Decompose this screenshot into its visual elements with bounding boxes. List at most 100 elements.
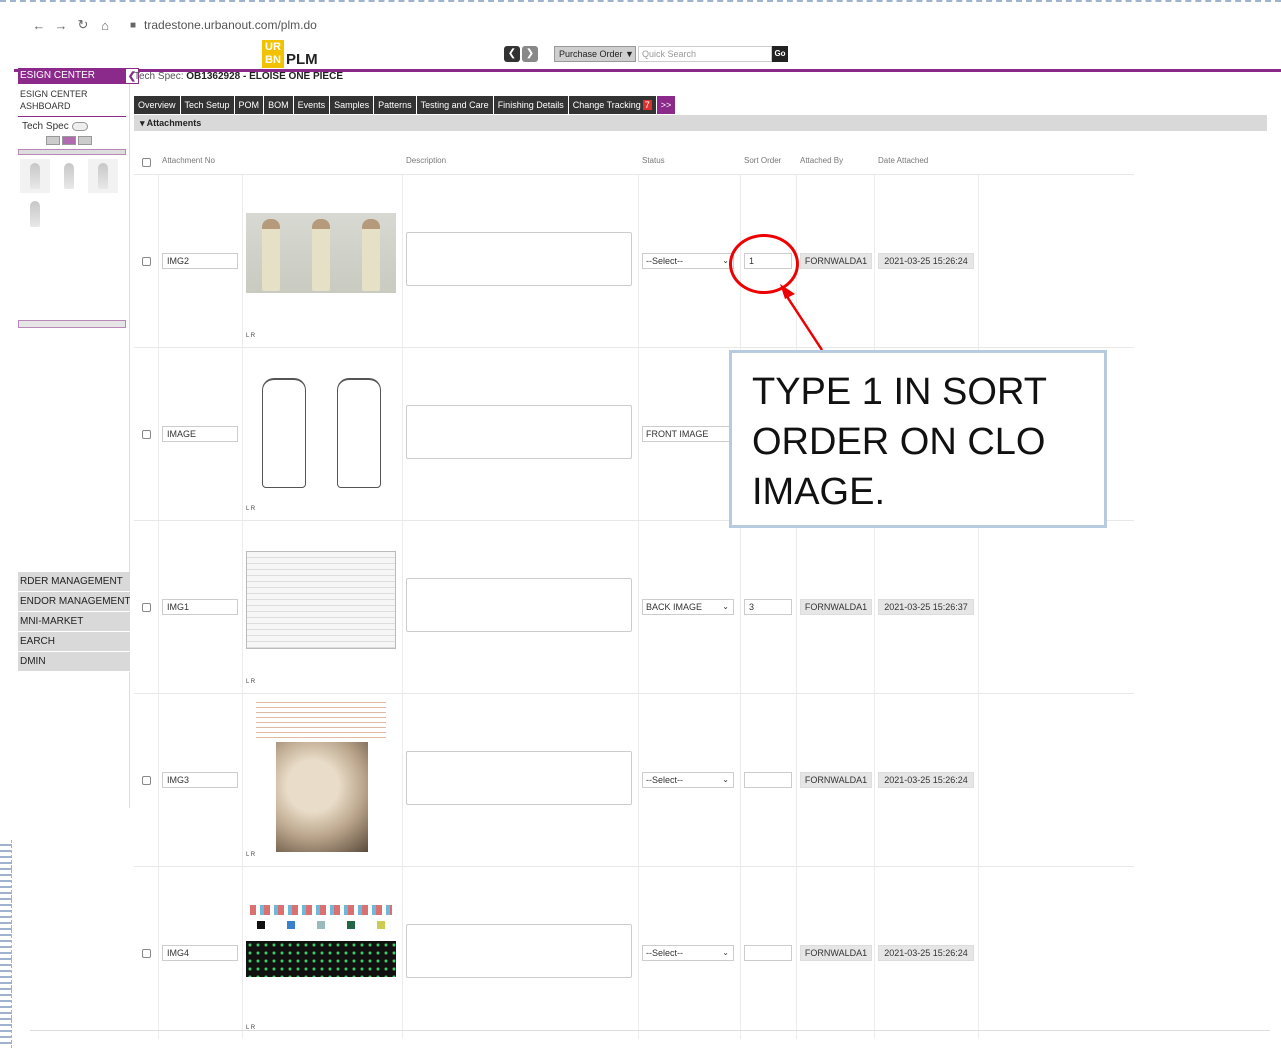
document-text <box>256 702 386 738</box>
date-attached-value: 2021-03-25 15:26:37 <box>878 599 974 615</box>
tab-overview[interactable]: Overview <box>134 96 180 114</box>
tab-samples[interactable]: Samples <box>330 96 374 114</box>
list-toggle-icon[interactable] <box>71 122 88 131</box>
col-sort-order: Sort Order <box>744 156 782 165</box>
next-record-button[interactable]: ❯ <box>522 46 538 62</box>
attachment-no-field[interactable]: IMAGE <box>162 426 238 442</box>
tab-change-tracking[interactable]: Change Tracking 7 <box>568 96 656 114</box>
attachment-image[interactable] <box>246 372 396 488</box>
status-select[interactable]: --Select-- ⌄ <box>642 253 734 269</box>
col-attachment-no: Attachment No <box>162 156 215 165</box>
col-status: Status <box>642 156 665 165</box>
tab-bom[interactable]: BOM <box>264 96 293 114</box>
thumbnail[interactable] <box>88 159 118 193</box>
go-button[interactable]: Go <box>772 46 788 62</box>
page-title: Tech Spec: OB1362928 - ELOISE ONE PIECE <box>134 68 1267 86</box>
thumbnail[interactable] <box>20 159 50 193</box>
detail-view-icon[interactable] <box>78 136 92 145</box>
description-textarea[interactable] <box>406 405 632 459</box>
row-checkbox[interactable] <box>142 776 151 785</box>
menu-order-management[interactable]: RDER MANAGEMENT <box>18 572 130 592</box>
tech-spec-label: Tech Spec <box>22 121 69 132</box>
page-bottom-divider <box>30 1030 1270 1031</box>
back-icon[interactable]: ← <box>28 18 50 33</box>
chevron-down-icon: ⌄ <box>722 256 729 265</box>
tab-tech-setup[interactable]: Tech Setup <box>180 96 234 114</box>
tech-spec-title-label: Tech Spec: <box>134 71 184 82</box>
address-bar[interactable]: ■ tradestone.urbanout.com/plm.do <box>130 18 317 32</box>
lr-label: L R <box>246 333 256 339</box>
menu-search[interactable]: EARCH <box>18 632 130 652</box>
attachment-no-field[interactable]: IMG4 <box>162 945 238 961</box>
row-checkbox[interactable] <box>142 430 151 439</box>
design-center-dashboard-link[interactable]: ESIGN CENTER ASHBOARD <box>18 84 126 117</box>
slide-border-left <box>0 840 12 1048</box>
table-row: IMG4 L R --Select-- ⌄ FORNWALDA1 2021-03-… <box>134 866 1134 1039</box>
attachment-image[interactable] <box>246 213 396 293</box>
row-checkbox[interactable] <box>142 949 151 958</box>
status-select[interactable]: --Select-- ⌄ <box>642 772 734 788</box>
logo: UR BN PLM <box>262 40 318 68</box>
row-checkbox[interactable] <box>142 257 151 266</box>
attachment-no-field[interactable]: IMG3 <box>162 772 238 788</box>
quick-search-input[interactable]: Quick Search <box>638 46 772 62</box>
description-textarea[interactable] <box>406 924 632 978</box>
tab-finishing-details[interactable]: Finishing Details <box>493 96 568 114</box>
attachment-image[interactable] <box>246 905 396 985</box>
render-figure <box>262 219 280 291</box>
sort-order-input[interactable] <box>744 945 792 961</box>
status-select[interactable]: BACK IMAGE ⌄ <box>642 599 734 615</box>
view-toggles <box>46 136 129 145</box>
fabric-photo <box>276 742 368 852</box>
menu-omni-market[interactable]: MNI-MARKET <box>18 612 130 632</box>
render-figure <box>362 219 380 291</box>
chevron-down-icon: ⌄ <box>722 602 729 611</box>
table-row: IMG3 L R --Select-- ⌄ FORNWALDA1 2021-03-… <box>134 693 1134 866</box>
slide-border-top <box>0 0 1281 4</box>
description-textarea[interactable] <box>406 751 632 805</box>
attachment-image[interactable] <box>246 702 396 852</box>
tech-spec-nav[interactable]: Tech Spec <box>18 117 129 136</box>
tab-pom[interactable]: POM <box>234 96 264 114</box>
attachment-no-field[interactable]: IMG2 <box>162 253 238 269</box>
description-textarea[interactable] <box>406 232 632 286</box>
sort-order-input[interactable] <box>744 772 792 788</box>
attachment-image[interactable] <box>246 551 396 649</box>
thumbnail[interactable] <box>20 197 50 231</box>
thumbnail[interactable] <box>54 159 84 193</box>
status-select[interactable]: FRONT IMAGE <box>642 426 734 442</box>
menu-admin[interactable]: DMIN <box>18 652 130 672</box>
row-checkbox[interactable] <box>142 603 151 612</box>
list-view-icon[interactable] <box>46 136 60 145</box>
highlight-circle <box>729 234 799 294</box>
tab-events[interactable]: Events <box>293 96 330 114</box>
prev-record-button[interactable]: ❮ <box>504 46 520 62</box>
sort-order-input[interactable]: 3 <box>744 599 792 615</box>
table-header: Attachment No Description Status Sort Or… <box>134 148 1267 174</box>
tab-testing-and-care[interactable]: Testing and Care <box>416 96 493 114</box>
tab-change-tracking-label: Change Tracking <box>572 100 641 110</box>
status-value: BACK IMAGE <box>646 602 703 612</box>
description-textarea[interactable] <box>406 578 632 632</box>
grid-view-icon[interactable] <box>62 136 76 145</box>
tab-bar: Overview Tech Setup POM BOM Events Sampl… <box>134 96 1267 114</box>
home-icon[interactable]: ⌂ <box>94 18 116 33</box>
attachment-no-field[interactable]: IMG1 <box>162 599 238 615</box>
menu-vendor-management[interactable]: ENDOR MANAGEMENT <box>18 592 130 612</box>
table-row: IMG1 L R BACK IMAGE ⌄ 3 FORNWALDA1 2021-0… <box>134 520 1134 693</box>
tab-patterns[interactable]: Patterns <box>374 96 416 114</box>
attachments-section-header[interactable]: ▾ Attachments <box>134 115 1267 131</box>
main-content: Tech Spec: OB1362928 - ELOISE ONE PIECE … <box>134 68 1267 1039</box>
thumbnail-scroll-top[interactable] <box>18 149 126 155</box>
select-all-checkbox[interactable] <box>142 158 151 167</box>
reload-icon[interactable]: ↻ <box>72 17 94 33</box>
status-select[interactable]: --Select-- ⌄ <box>642 945 734 961</box>
col-date-attached: Date Attached <box>878 156 929 165</box>
forward-icon[interactable]: → <box>50 18 72 33</box>
thumbnail-scroll-bottom[interactable] <box>18 320 126 328</box>
change-count-badge: 7 <box>642 100 652 110</box>
search-type-select[interactable]: Purchase Order ▼ <box>554 46 636 62</box>
app-header: UR BN PLM ❮ ❯ Purchase Order ▼ Quick Sea… <box>14 36 1281 72</box>
tab-more-button[interactable]: >> <box>656 96 676 114</box>
record-nav: ❮ ❯ <box>504 46 538 62</box>
